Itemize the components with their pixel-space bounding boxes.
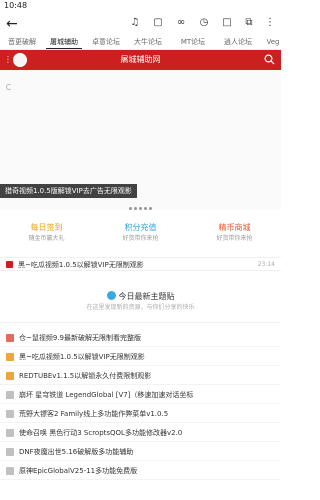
points-recharge-button[interactable]: 积分充值 好货带你来抢 xyxy=(94,222,187,250)
daily-checkin-sub: 随金币赢大礼 xyxy=(28,235,65,242)
notice-tag-icon xyxy=(6,261,13,268)
item-marker-icon xyxy=(6,467,14,475)
list-item[interactable]: DNF夜魔出世5.16破解版多功能辅助 xyxy=(0,443,281,461)
edit-square-icon[interactable]: ▢ xyxy=(152,17,164,29)
history-icon[interactable]: ◷ xyxy=(198,17,210,29)
daily-checkin-button[interactable]: 每日签到 随金币赢大礼 xyxy=(0,222,93,250)
site-tabs: 音更破解 屠城辅助 卓意论坛 大牛论坛 MT论坛 逍人论坛 Veg xyxy=(0,36,281,50)
list-item-title[interactable]: 崩坏 星穹铁道 LegendGlobal [V7]（移速加速对话坐标 xyxy=(19,386,193,404)
browser-toolbar: ← ♫ ▢ ∞ ◷ □ ⧉ ⋮ xyxy=(0,12,281,36)
tab-zhuoyi[interactable]: 卓意论坛 xyxy=(86,36,126,49)
list-item-title[interactable]: 原神EpicGlobalV25-11多功能免费版 xyxy=(19,462,137,480)
coin-store-sub: 好货带你来抢 xyxy=(216,235,253,242)
section-title-row: 今日最新主题贴 xyxy=(0,291,281,303)
list-item-title[interactable]: 仓~鼠视频9.9最新破解无限制看完整版 xyxy=(19,329,141,347)
list-item[interactable]: 原神EpicGlobalV25-11多功能免费版 xyxy=(0,462,281,480)
points-recharge-label: 积分充值 xyxy=(124,223,157,232)
item-marker-icon xyxy=(6,448,14,456)
coin-store-label: 精币商城 xyxy=(218,223,251,232)
banner-carousel[interactable]: 猎奇视频1.0.5版解锁VIP去广告无限观影 xyxy=(0,70,281,210)
list-item[interactable]: 仓~鼠视频9.9最新破解无限制看完整版 xyxy=(0,329,281,347)
list-item[interactable]: 崩坏 星穹铁道 LegendGlobal [V7]（移速加速对话坐标 xyxy=(0,386,281,404)
item-marker-icon xyxy=(6,429,14,437)
carousel-dot[interactable] xyxy=(139,207,142,210)
search-icon[interactable] xyxy=(264,54,275,65)
item-marker-icon xyxy=(6,372,14,380)
back-arrow-icon[interactable]: ← xyxy=(6,15,18,33)
tab-xiaoren[interactable]: 逍人论坛 xyxy=(218,36,258,49)
carousel-dot[interactable] xyxy=(134,207,137,210)
carousel-dot[interactable] xyxy=(129,207,132,210)
tab-daniu[interactable]: 大牛论坛 xyxy=(128,36,168,49)
carousel-dot[interactable] xyxy=(149,207,152,210)
bookmark-icon[interactable]: □ xyxy=(221,17,233,29)
notice-time: 23:14 xyxy=(257,261,275,268)
newest-icon xyxy=(106,291,116,300)
banner-caption[interactable]: 猎奇视频1.0.5版解锁VIP去广告无限观影 xyxy=(0,184,137,198)
more-vert-icon[interactable]: ⋮ xyxy=(264,17,276,29)
carousel-dots xyxy=(0,203,281,212)
loading-spinner-icon xyxy=(6,84,12,90)
notice-text[interactable]: 黑~吃瓜视频1.0.5以解锁VIP无限制观影 xyxy=(18,258,144,272)
status-bar: 10:48 xyxy=(0,0,281,12)
daily-checkin-label: 每日签到 xyxy=(30,223,63,232)
list-item-title[interactable]: 黑~吃瓜视频1.0.5以解锁VIP无限制观影 xyxy=(19,348,145,366)
tab-mt[interactable]: MT论坛 xyxy=(173,36,213,49)
site-header: ⋮ 屠城辅助网 xyxy=(0,50,281,70)
list-item[interactable]: 黑~吃瓜视频1.0.5以解锁VIP无限制观影 xyxy=(0,348,281,366)
notice-bar[interactable]: 黑~吃瓜视频1.0.5以解锁VIP无限制观影 23:14 xyxy=(0,257,281,271)
list-item-title[interactable]: DNF夜魔出世5.16破解版多功能辅助 xyxy=(19,443,133,461)
music-note-icon[interactable]: ♫ xyxy=(129,17,141,29)
site-title: 屠城辅助网 xyxy=(120,55,161,64)
divider xyxy=(0,322,281,323)
list-item-title[interactable]: 使命召唤 黑色行动3 ScroptsQOL多功能修改器v2.0 xyxy=(19,424,182,442)
tab-yingeng[interactable]: 音更破解 xyxy=(2,36,42,49)
list-item[interactable]: 荒野大镖客2 Family线上多功能作弊菜单v1.0.5 xyxy=(0,405,281,423)
link-icon[interactable]: ∞ xyxy=(175,17,187,29)
list-item[interactable]: 使命召唤 黑色行动3 ScroptsQOL多功能修改器v2.0 xyxy=(0,424,281,442)
item-marker-icon xyxy=(6,391,14,399)
section-title: 今日最新主题贴 xyxy=(118,292,175,301)
section-header: 今日最新主题贴 在这里发现新的资源，与你们分享的快乐 xyxy=(0,291,281,313)
carousel-dot[interactable] xyxy=(144,207,147,210)
item-marker-icon xyxy=(6,353,14,361)
points-recharge-sub: 好货带你来抢 xyxy=(122,235,159,242)
list-item[interactable]: REDTUBEv1.1.5以解锁永久付费限制观影 xyxy=(0,367,281,385)
section-subtitle: 在这里发现新的资源，与你们分享的快乐 xyxy=(86,304,195,311)
quick-links: 每日签到 随金币赢大礼 积分充值 好货带你来抢 精币商城 好货带你来抢 xyxy=(0,222,281,250)
tab-veg[interactable]: Veg xyxy=(262,36,281,49)
status-time: 10:48 xyxy=(4,1,28,10)
item-marker-icon xyxy=(6,334,14,342)
item-marker-icon xyxy=(6,410,14,418)
coin-store-button[interactable]: 精币商城 好货带你来抢 xyxy=(188,222,281,250)
list-item-title[interactable]: 荒野大镖客2 Family线上多功能作弊菜单v1.0.5 xyxy=(19,405,168,423)
tab-tucheng[interactable]: 屠城辅助 xyxy=(44,36,84,49)
list-item-title[interactable]: REDTUBEv1.1.5以解锁永久付费限制观影 xyxy=(19,367,151,385)
copy-icon[interactable]: ⧉ xyxy=(243,17,255,29)
